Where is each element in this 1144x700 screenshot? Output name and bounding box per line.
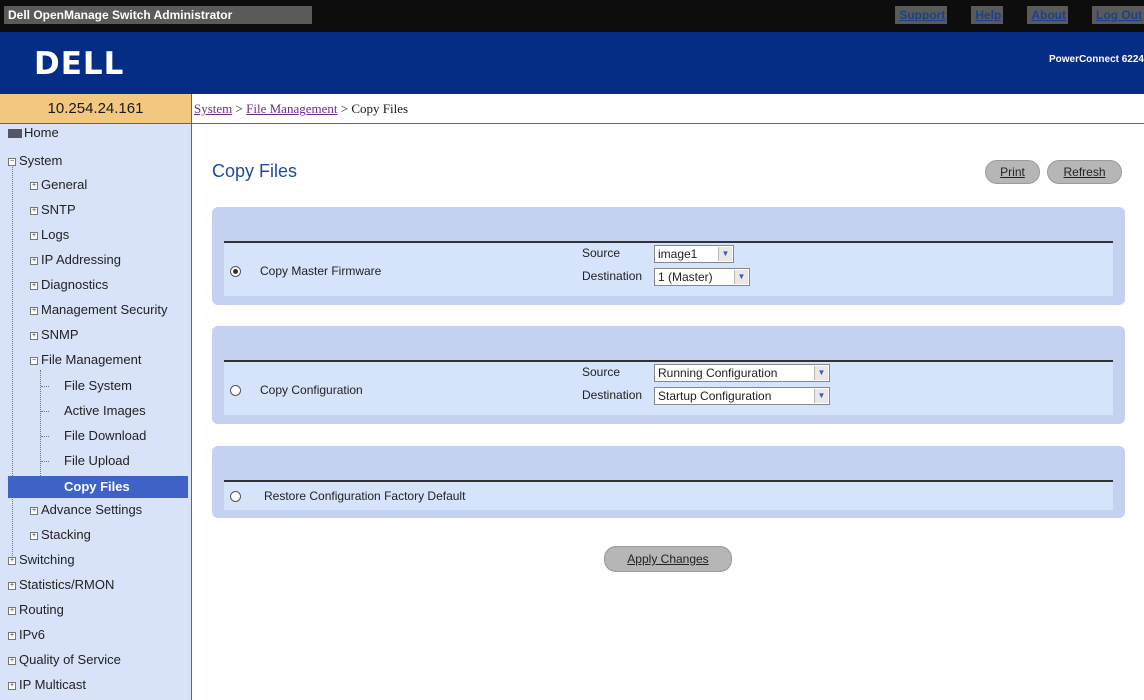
- sidebar-item-statistics-rmon[interactable]: + Statistics/RMON: [8, 574, 114, 596]
- panel-body: Restore Configuration Factory Default: [224, 480, 1113, 510]
- sidebar-item-file-download[interactable]: File Download: [64, 425, 146, 447]
- sidebar-nav: Home − System + General + SNTP + Logs + IP Ad…: [0, 124, 192, 700]
- expand-icon[interactable]: +: [30, 331, 38, 340]
- expand-icon[interactable]: +: [30, 206, 38, 215]
- device-model: PowerConnect 6224: [1048, 54, 1144, 65]
- print-button[interactable]: Print: [985, 160, 1040, 184]
- sidebar-item-ipv6[interactable]: + IPv6: [8, 624, 45, 646]
- support-link[interactable]: Support: [895, 6, 948, 24]
- sidebar-item-file-system[interactable]: File System: [64, 375, 132, 397]
- sidebar-item-routing[interactable]: + Routing: [8, 599, 64, 621]
- sidebar-item-copy-files[interactable]: Copy Files: [8, 476, 188, 498]
- expand-icon[interactable]: +: [30, 506, 38, 515]
- panel-body: Copy Configuration Source Running Config…: [224, 360, 1113, 415]
- sidebar-item-logs[interactable]: + Logs: [30, 224, 69, 246]
- sidebar-item-general[interactable]: + General: [30, 174, 87, 196]
- expand-icon[interactable]: +: [30, 531, 38, 540]
- link-separator: [947, 6, 972, 24]
- header-banner: DELL PowerConnect 6224: [0, 32, 1144, 94]
- copy-configuration-panel: Copy Configuration Source Running Config…: [212, 326, 1125, 424]
- ip-address: 10.254.24.161: [0, 94, 192, 124]
- home-icon: [8, 129, 22, 139]
- copy-master-firmware-panel: Copy Master Firmware Source image1 ▼ Des…: [212, 207, 1125, 305]
- tree-line: [41, 461, 49, 462]
- restore-factory-default-radio[interactable]: [230, 491, 241, 502]
- copy-master-firmware-label: Copy Master Firmware: [260, 264, 382, 278]
- panel-body: Copy Master Firmware Source image1 ▼ Des…: [224, 241, 1113, 296]
- chevron-down-icon: ▼: [814, 366, 828, 380]
- copy-configuration-radio[interactable]: [230, 385, 241, 396]
- collapse-icon[interactable]: −: [30, 356, 38, 365]
- sidebar-item-file-management[interactable]: − File Management: [30, 349, 141, 371]
- breadcrumb-current: Copy Files: [351, 101, 409, 116]
- firmware-destination-select[interactable]: 1 (Master) ▼: [654, 268, 750, 286]
- sidebar-item-diagnostics[interactable]: + Diagnostics: [30, 274, 108, 296]
- config-destination-select[interactable]: Startup Configuration ▼: [654, 387, 830, 405]
- sidebar-item-ip-multicast[interactable]: + IP Multicast: [8, 674, 86, 696]
- breadcrumb-separator: >: [340, 101, 349, 116]
- tree-line: [41, 411, 49, 412]
- copy-configuration-label: Copy Configuration: [260, 383, 363, 397]
- apply-changes-button[interactable]: Apply Changes: [604, 546, 732, 572]
- sidebar-item-home[interactable]: Home: [8, 122, 59, 144]
- firmware-source-select[interactable]: image1 ▼: [654, 245, 734, 263]
- sidebar-item-system[interactable]: − System: [8, 150, 62, 172]
- config-source-select[interactable]: Running Configuration ▼: [654, 364, 830, 382]
- sidebar-item-switching[interactable]: + Switching: [8, 549, 75, 571]
- destination-label: Destination: [582, 388, 643, 402]
- page-title: Copy Files: [212, 161, 298, 181]
- tree-line: [41, 436, 49, 437]
- logout-link[interactable]: Log Out: [1092, 6, 1144, 24]
- about-link[interactable]: About: [1027, 6, 1069, 24]
- tree-line: [41, 386, 49, 387]
- refresh-button[interactable]: Refresh: [1047, 160, 1122, 184]
- sidebar-item-active-images[interactable]: Active Images: [64, 400, 146, 422]
- sidebar-item-snmp[interactable]: + SNMP: [30, 324, 79, 346]
- copy-master-firmware-radio[interactable]: [230, 266, 241, 277]
- breadcrumb-system-link[interactable]: System: [194, 101, 232, 116]
- expand-icon[interactable]: +: [30, 256, 38, 265]
- expand-icon[interactable]: +: [8, 631, 16, 640]
- expand-icon[interactable]: +: [30, 281, 38, 290]
- expand-icon[interactable]: +: [30, 306, 38, 315]
- sidebar-item-ip-addressing[interactable]: + IP Addressing: [30, 249, 121, 271]
- sidebar-item-management-security[interactable]: + Management Security: [30, 299, 167, 321]
- expand-icon[interactable]: +: [8, 581, 16, 590]
- chevron-down-icon: ▼: [814, 389, 828, 403]
- expand-icon[interactable]: +: [8, 681, 16, 690]
- sidebar-item-file-upload[interactable]: File Upload: [64, 450, 130, 472]
- breadcrumb-file-management-link[interactable]: File Management: [246, 101, 337, 116]
- restore-factory-default-panel: Restore Configuration Factory Default: [212, 446, 1125, 518]
- destination-label: Destination: [582, 269, 643, 283]
- expand-icon[interactable]: +: [8, 656, 16, 665]
- expand-icon[interactable]: +: [8, 606, 16, 615]
- expand-icon[interactable]: +: [30, 181, 38, 190]
- top-links: Support Help About Log Out: [895, 6, 1144, 24]
- expand-icon[interactable]: +: [8, 556, 16, 565]
- breadcrumb-separator: >: [235, 101, 243, 116]
- chevron-down-icon: ▼: [718, 247, 732, 261]
- app-title: Dell OpenManage Switch Administrator: [4, 6, 312, 24]
- tree-line: [12, 158, 13, 558]
- link-separator: [1068, 6, 1093, 24]
- expand-icon[interactable]: +: [30, 231, 38, 240]
- sidebar-item-sntp[interactable]: + SNTP: [30, 199, 76, 221]
- breadcrumb: System > File Management > Copy Files: [192, 94, 1144, 124]
- help-link[interactable]: Help: [971, 6, 1004, 24]
- sidebar-item-stacking[interactable]: + Stacking: [30, 524, 91, 546]
- collapse-icon[interactable]: −: [8, 157, 16, 166]
- chevron-down-icon: ▼: [734, 270, 748, 284]
- source-label: Source: [582, 365, 621, 379]
- restore-factory-default-label: Restore Configuration Factory Default: [264, 489, 466, 503]
- link-separator: [1003, 6, 1028, 24]
- source-label: Source: [582, 246, 621, 260]
- dell-logo: DELL: [34, 46, 125, 82]
- sidebar-item-quality-of-service[interactable]: + Quality of Service: [8, 649, 121, 671]
- top-bar: Dell OpenManage Switch Administrator Sup…: [0, 0, 1144, 32]
- sidebar-item-advance-settings[interactable]: + Advance Settings: [30, 499, 142, 521]
